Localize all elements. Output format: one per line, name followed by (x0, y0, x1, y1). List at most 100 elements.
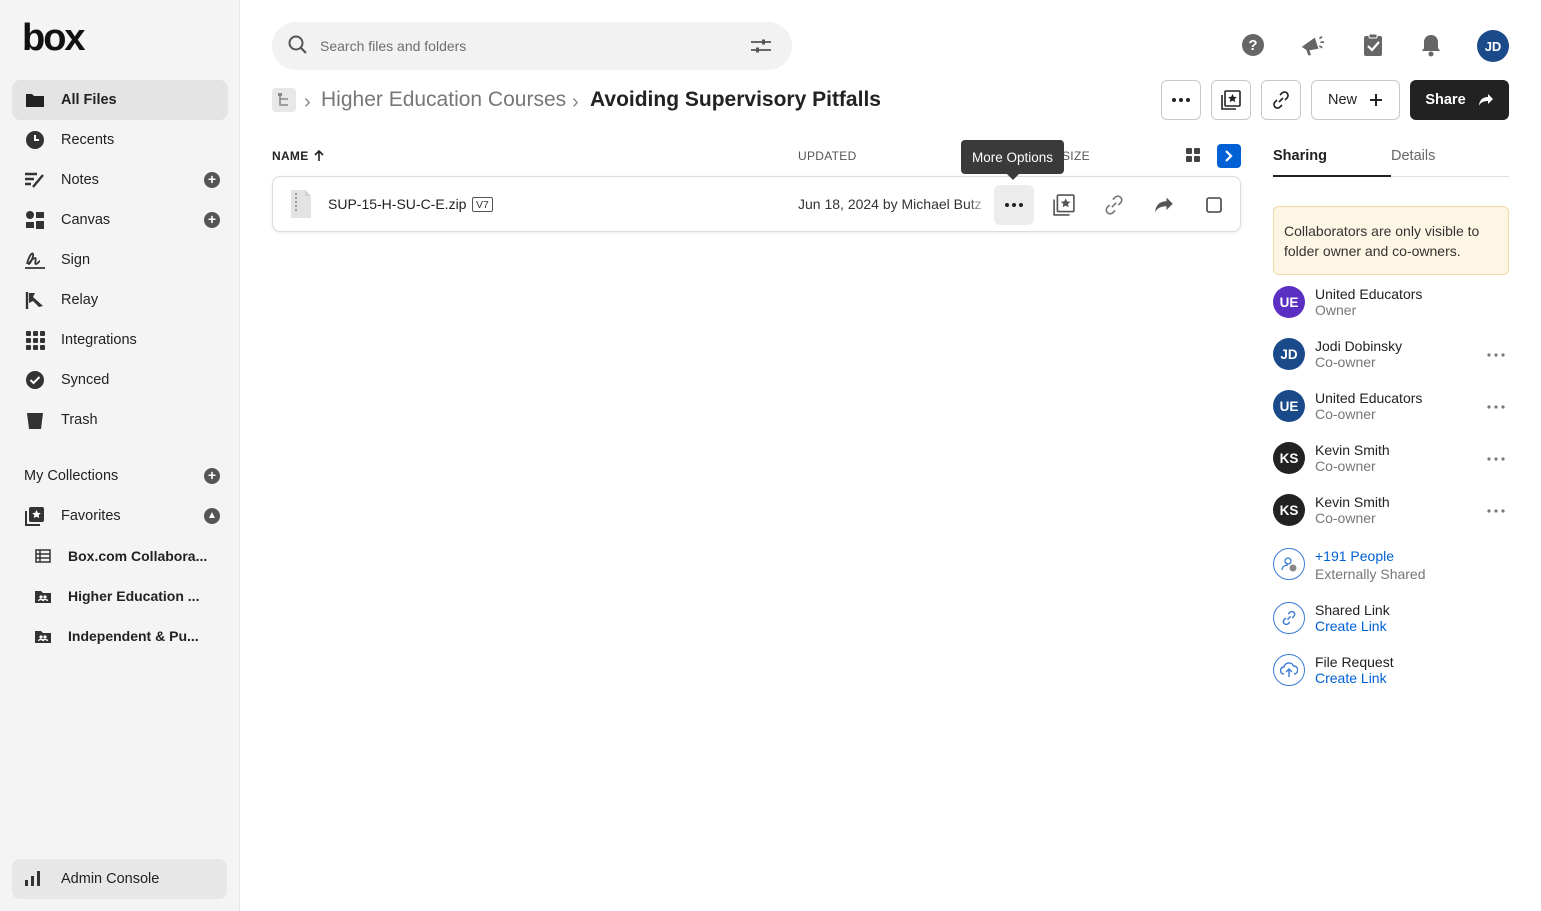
sidebar-item-notes[interactable]: Notes + (12, 160, 228, 200)
filter-icon[interactable] (750, 37, 772, 58)
sidebar: box All Files Recents Notes + Canvas + S… (0, 0, 240, 911)
column-header-size[interactable]: SIZE (1062, 149, 1090, 163)
sidebar-item-canvas[interactable]: Canvas + (12, 200, 228, 240)
chevron-right-icon: › (572, 91, 579, 113)
collaborator-role: Co-owner (1315, 510, 1376, 526)
upload-cloud-icon (1273, 654, 1305, 686)
folder-tree-icon[interactable] (272, 88, 296, 112)
row-copy-link-button[interactable] (1094, 185, 1134, 225)
avatar: JD (1273, 338, 1305, 370)
trash-icon (24, 409, 46, 431)
file-updated: Jun 18, 2024 by Michael Butz (798, 196, 988, 212)
collaborator-more-icon[interactable] (1487, 448, 1505, 464)
favorites-icon (24, 505, 46, 527)
table-row[interactable]: SUP-15-H-SU-C-E.zip V7 Jun 18, 2024 by M… (272, 176, 1241, 232)
collaborators-notice: Collaborators are only visible to folder… (1273, 206, 1509, 275)
collaborator-more-icon[interactable] (1487, 344, 1505, 360)
sidebar-item-label: All Files (61, 92, 117, 108)
sidebar-item-relay[interactable]: Relay (12, 280, 228, 320)
list-icon (34, 547, 52, 565)
sidebar-my-collections[interactable]: My Collections + (12, 456, 228, 496)
row-share-button[interactable] (1144, 185, 1184, 225)
sign-icon (24, 249, 46, 271)
sidebar-item-label: Sign (61, 252, 91, 268)
file-name[interactable]: SUP-15-H-SU-C-E.zip (328, 196, 466, 212)
sidebar-item-favorites[interactable]: Favorites ▲ (12, 496, 228, 536)
favorite-item[interactable]: Independent & Pu... (24, 616, 224, 656)
file-request-label: File Request (1315, 654, 1394, 670)
add-to-collection-button[interactable] (1211, 80, 1251, 120)
sidebar-item-integrations[interactable]: Integrations (12, 320, 228, 360)
folder-icon (24, 89, 46, 111)
sidebar-item-label: Trash (61, 412, 98, 428)
tab-sharing[interactable]: Sharing (1273, 148, 1327, 164)
sidepanel-toggle-button[interactable] (1217, 144, 1241, 168)
avatar: UE (1273, 390, 1305, 422)
add-collection-icon[interactable]: + (204, 468, 220, 484)
column-header-name[interactable]: NAME (272, 149, 325, 163)
add-note-icon[interactable]: + (204, 172, 220, 188)
file-request-create[interactable]: Create Link (1315, 670, 1387, 686)
admin-console-button[interactable]: Admin Console (12, 859, 227, 899)
column-header-updated[interactable]: UPDATED (798, 149, 857, 163)
box-logo[interactable]: box (22, 20, 92, 56)
external-people-sub: Externally Shared (1315, 566, 1426, 582)
row-add-to-collection-button[interactable] (1044, 185, 1084, 225)
avatar: KS (1273, 442, 1305, 474)
page-title: Avoiding Supervisory Pitfalls (590, 88, 881, 111)
sidebar-item-label: Integrations (61, 332, 137, 348)
tab-details[interactable]: Details (1391, 148, 1435, 164)
collaborator-more-icon[interactable] (1487, 396, 1505, 412)
row-more-options-button[interactable] (994, 185, 1034, 225)
row-select-checkbox[interactable] (1194, 185, 1234, 225)
tasks-icon[interactable] (1360, 32, 1386, 58)
search-input[interactable] (320, 38, 720, 54)
chevron-right-icon (1225, 150, 1233, 162)
sidebar-item-label: Notes (61, 172, 99, 188)
avatar: UE (1273, 286, 1305, 318)
collaborator-name: United Educators (1315, 286, 1423, 302)
bar-chart-icon (24, 869, 46, 890)
add-canvas-icon[interactable]: + (204, 212, 220, 228)
sidebar-item-all-files[interactable]: All Files (12, 80, 228, 120)
notifications-icon[interactable] (1418, 32, 1444, 58)
favorite-item[interactable]: Higher Education ... (24, 576, 224, 616)
breadcrumb-parent[interactable]: Higher Education Courses (321, 88, 566, 112)
new-button[interactable]: New (1311, 80, 1400, 120)
link-icon (1273, 602, 1305, 634)
chevron-up-icon[interactable]: ▲ (204, 508, 220, 524)
announcements-icon[interactable] (1299, 32, 1325, 58)
grid-view-icon[interactable] (1186, 148, 1200, 165)
tooltip: More Options (961, 140, 1064, 180)
avatar: KS (1273, 494, 1305, 526)
search-bar[interactable] (272, 22, 792, 70)
share-button-label: Share (1425, 92, 1466, 108)
favorite-item[interactable]: Box.com Collabora... (24, 536, 224, 576)
help-icon[interactable]: ? (1240, 32, 1266, 58)
arrow-up-icon (313, 150, 324, 161)
ellipsis-icon (1172, 98, 1190, 102)
sidebar-item-sign[interactable]: Sign (12, 240, 228, 280)
shared-link-create[interactable]: Create Link (1315, 618, 1387, 634)
sidebar-item-label: Canvas (61, 212, 111, 228)
favorite-item-label: Independent & Pu... (68, 628, 199, 644)
shared-folder-icon (34, 587, 52, 605)
sidebar-item-recents[interactable]: Recents (12, 120, 228, 160)
collaborator-more-icon[interactable] (1487, 500, 1505, 516)
share-button[interactable]: Share (1410, 80, 1509, 120)
external-people-item: +191 People Externally Shared (1273, 548, 1509, 588)
sidebar-item-trash[interactable]: Trash (12, 400, 228, 440)
external-people-link[interactable]: +191 People (1315, 548, 1394, 564)
share-arrow-icon (1155, 197, 1173, 213)
link-icon (1273, 91, 1289, 109)
collaborator-name: Kevin Smith (1315, 442, 1390, 458)
sidebar-item-synced[interactable]: Synced (12, 360, 228, 400)
clock-icon (24, 129, 46, 151)
notes-icon (24, 169, 46, 191)
copy-link-button[interactable] (1261, 80, 1301, 120)
chevron-right-icon: › (304, 91, 311, 113)
more-options-button[interactable] (1161, 80, 1201, 120)
version-badge[interactable]: V7 (472, 197, 493, 212)
collection-icon (1221, 90, 1241, 110)
user-avatar[interactable]: JD (1477, 30, 1509, 62)
